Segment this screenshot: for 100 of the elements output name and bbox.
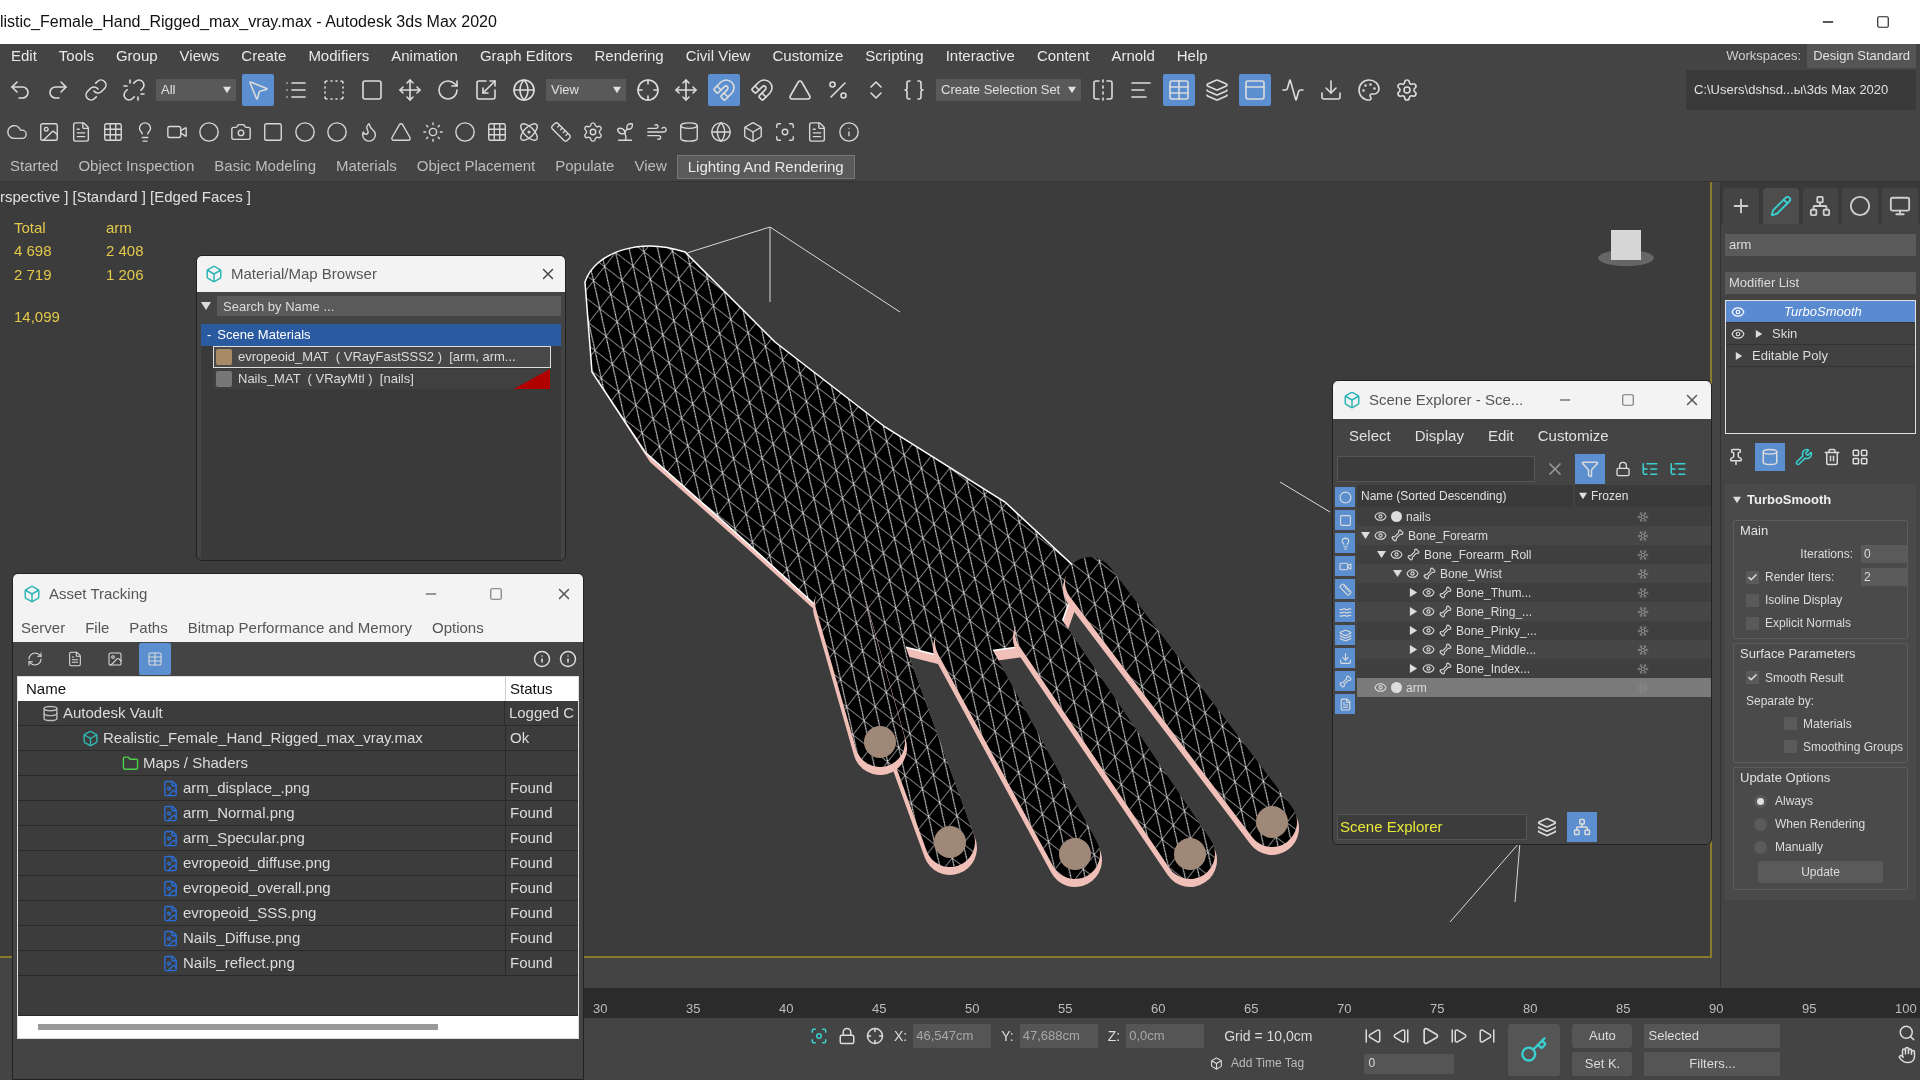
asset-name: evropeoid_overall.png [183, 877, 331, 898]
menu-item[interactable]: Graph Editors [468, 44, 584, 68]
asset-row[interactable]: arm_Specular.png Found [18, 826, 578, 851]
stat-value: 4 698 [14, 241, 53, 261]
filters-button[interactable]: Filters... [1644, 1052, 1781, 1076]
asset-row[interactable]: evropeoid_overall.png Found [18, 876, 578, 901]
rollout-title[interactable]: TurboSmooth [1747, 490, 1832, 510]
asset-name: Realistic_Female_Hand_Rigged_max_vray.max [103, 727, 423, 748]
asset-status: Found [509, 802, 554, 823]
menu-item[interactable]: Options [432, 616, 484, 640]
column-header[interactable]: Name (Sorted Descending) [1357, 485, 1573, 507]
project-folder-dropdown[interactable]: C:\Users\dshsd...ы\3ds Max 2020 [1686, 70, 1916, 110]
material-item[interactable]: evropeoid_MAT ( VRayFastSSS2 ) [arm, arm... [213, 346, 551, 368]
asset-status: Found [509, 927, 554, 948]
frame-field[interactable]: 0 [1364, 1054, 1455, 1074]
menu-item[interactable]: Civil View [674, 44, 762, 68]
ribbon-tab[interactable]: Object Inspection [68, 154, 205, 179]
add-time-tag-text[interactable]: Add Time Tag [1231, 1054, 1305, 1072]
menu-item[interactable]: Rendering [583, 44, 675, 68]
menu-item[interactable]: Edit [0, 44, 48, 68]
explorer-dropdown[interactable]: Scene Explorer [1337, 814, 1527, 840]
asset-row[interactable]: arm_displace_.png Found [18, 776, 578, 801]
scene-tree-row[interactable]: Bone_Thum... [1357, 583, 1711, 602]
collapse-toggle[interactable]: - [207, 325, 212, 345]
modifier-list-dropdown[interactable]: Modifier List [1725, 272, 1916, 294]
toolbar-dropdown[interactable]: All [156, 79, 236, 101]
group-header[interactable]: - Scene Materials [201, 324, 561, 346]
scene-tree-row[interactable]: nails [1357, 507, 1711, 526]
menu-item[interactable]: Select [1349, 424, 1391, 448]
ribbon-tab[interactable]: Materials [326, 154, 407, 179]
asset-status: Found [509, 777, 554, 798]
asset-row[interactable]: Autodesk Vault Logged C [18, 701, 578, 726]
asset-row[interactable]: Maps / Shaders [18, 751, 578, 776]
modifier-item[interactable]: Skin [1726, 323, 1915, 345]
ribbon-tab[interactable]: View [624, 154, 677, 179]
asset-row[interactable]: Realistic_Female_Hand_Rigged_max_vray.max Ok [18, 726, 578, 751]
set-key-mode-button[interactable]: Set K. [1572, 1052, 1633, 1076]
menu-item[interactable]: Customize [761, 44, 855, 68]
section-label: Separate by: [1745, 692, 1816, 710]
asset-row[interactable]: evropeoid_diffuse.png Found [18, 851, 578, 876]
spinner-field[interactable]: 2 [1861, 568, 1907, 586]
object-name-field[interactable]: arm [1725, 234, 1916, 256]
search-field[interactable]: Search by Name ... [217, 296, 561, 316]
radio-label: Always [1775, 793, 1813, 810]
auto-key-button[interactable]: Auto [1572, 1024, 1633, 1048]
material-item[interactable]: Nails_MAT ( VRayMtl ) [nails] [213, 368, 551, 390]
scene-tree-row[interactable]: Bone_Forearm_Roll [1357, 545, 1711, 564]
menu-item[interactable]: Paths [129, 616, 168, 640]
asset-row[interactable]: Nails_reflect.png Found [18, 951, 578, 976]
scene-tree-row[interactable]: Bone_Index... [1357, 659, 1711, 678]
menu-item[interactable]: Server [21, 616, 66, 640]
modifier-item[interactable]: TurboSmooth [1726, 301, 1915, 323]
viewport-label[interactable]: rspective ] [Standard ] [Edged Faces ] [0, 186, 251, 209]
column-header[interactable]: Frozen [1575, 485, 1711, 507]
menu-item[interactable]: Arnold [1100, 44, 1166, 68]
menu-item[interactable]: Tools [47, 44, 105, 68]
scene-tree-row[interactable]: Bone_Pinky_... [1357, 621, 1711, 640]
object-name: Bone_Pinky_... [1456, 622, 1537, 640]
asset-row[interactable]: evropeoid_SSS.png Found [18, 901, 578, 926]
ribbon-tab[interactable]: Object Placement [406, 154, 546, 179]
object-name: Bone_Ring_... [1456, 603, 1533, 621]
modifier-name: Skin [1772, 324, 1798, 343]
object-name: Bone_Middle... [1456, 641, 1537, 659]
key-filter-dropdown[interactable]: Selected [1644, 1024, 1781, 1048]
toolbar-dropdown[interactable]: Create Selection Set [936, 79, 1082, 101]
column-header[interactable]: Status [506, 677, 578, 701]
ribbon-tab[interactable]: Basic Modeling [204, 154, 326, 179]
menu-item[interactable]: Animation [380, 44, 469, 68]
menu-item[interactable]: Group [104, 44, 169, 68]
menu-item[interactable]: Scripting [854, 44, 935, 68]
menu-item[interactable]: Bitmap Performance and Memory [187, 616, 412, 640]
menu-item[interactable]: Help [1165, 44, 1219, 68]
menu-item[interactable]: Views [168, 44, 231, 68]
checkbox-label: Smoothing Groups [1803, 738, 1904, 756]
ribbon-tab[interactable]: Started [0, 154, 69, 179]
object-name: Bone_Forearm_Roll [1424, 546, 1532, 564]
menu-item[interactable]: Content [1025, 44, 1101, 68]
asset-row[interactable]: arm_Normal.png Found [18, 801, 578, 826]
asset-row[interactable]: Nails_Diffuse.png Found [18, 926, 578, 951]
material-name: evropeoid_MAT ( VRayFastSSS2 ) [arm, arm... [238, 348, 516, 367]
modifier-item[interactable]: Editable Poly [1726, 345, 1915, 367]
coordinate-label: X: [894, 1026, 908, 1046]
menu-item[interactable]: Edit [1487, 424, 1514, 448]
update-button[interactable]: Update [1758, 861, 1883, 883]
menu-item[interactable]: Customize [1537, 424, 1609, 448]
column-header[interactable]: Name [18, 677, 506, 701]
ribbon-tab[interactable]: Populate [545, 154, 625, 179]
ribbon-tab[interactable]: Lighting And Rendering [676, 154, 855, 179]
menu-item[interactable]: Modifiers [297, 44, 381, 68]
modifier-name: Editable Poly [1752, 346, 1828, 365]
menu-item[interactable]: File [85, 616, 110, 640]
toolbar-dropdown[interactable]: View [546, 79, 626, 101]
workspace-dropdown[interactable]: Design Standard [1807, 44, 1916, 68]
menu-item[interactable]: Interactive [934, 44, 1026, 68]
menu-item[interactable]: Display [1414, 424, 1464, 448]
grid-size-text: Grid = 10,0cm [1224, 1026, 1313, 1046]
menu-item[interactable]: Create [230, 44, 298, 68]
timeline-ruler[interactable]: 30 35 40 45 50 55 60 65 70 75 80 85 90 95 100 [584, 988, 1920, 1018]
stat-value: arm [106, 217, 133, 238]
spinner-field[interactable]: 0 [1861, 545, 1907, 563]
